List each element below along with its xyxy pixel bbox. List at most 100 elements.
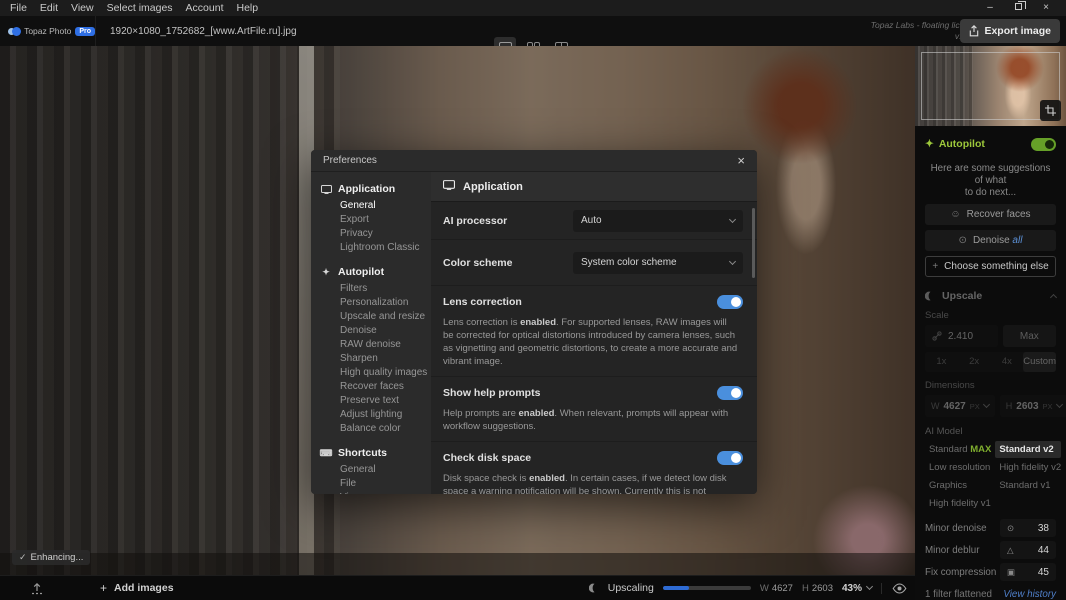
sidebar-item-recover-faces[interactable]: Recover faces [311, 379, 431, 393]
show-help-prompts-label: Show help prompts [443, 387, 540, 399]
model-standard-v1[interactable]: Standard v1 [995, 477, 1061, 494]
collapse-chevron-icon[interactable] [1050, 294, 1057, 301]
preset-1x[interactable]: 1x [925, 352, 958, 372]
menu-view[interactable]: View [71, 2, 94, 14]
application-icon [320, 185, 332, 194]
menu-bar: File Edit View Select images Account Hel… [0, 0, 1066, 16]
status-badge: ✓ Enhancing... [12, 550, 90, 565]
model-standard-v2[interactable]: Standard v2 [995, 441, 1061, 458]
plus-icon: + [932, 261, 938, 272]
toolbar: Topaz Photo Pro 1920×1080_1752682_[www.A… [0, 16, 1066, 46]
dimensions-label: Dimensions [925, 380, 1056, 391]
max-scale-button[interactable]: Max [1003, 325, 1056, 347]
choose-something-else-button[interactable]: + Choose something else [925, 256, 1056, 277]
history-row: 1 filter flattened View history [915, 589, 1066, 600]
sidebar-item-privacy[interactable]: Privacy [311, 226, 431, 240]
sidebar-item-shortcuts-file[interactable]: File [311, 476, 431, 490]
link-icon [932, 331, 942, 341]
eye-icon [892, 583, 907, 594]
scale-presets: 1x 2x 4x Custom [925, 352, 1056, 372]
sidebar-item-high-quality-images[interactable]: High quality images [311, 365, 431, 379]
view-history-link[interactable]: View history [1003, 589, 1056, 600]
sidebar-item-lightroom-classic[interactable]: Lightroom Classic [311, 240, 431, 254]
sidebar-item-raw-denoise[interactable]: RAW denoise [311, 337, 431, 351]
app-name: Topaz Photo [24, 26, 71, 36]
upload-icon[interactable] [30, 581, 44, 595]
menu-account[interactable]: Account [186, 2, 224, 14]
sidebar-item-upscale-and-resize[interactable]: Upscale and resize [311, 309, 431, 323]
bottom-bar: + Add images Upscaling W 4627 H 2603 43% [0, 575, 915, 600]
chevron-down-icon [1055, 401, 1062, 408]
menu-file[interactable]: File [10, 2, 27, 14]
sidebar-section-application: Application [311, 180, 431, 198]
zoom-level-dropdown[interactable]: 43% [842, 583, 872, 594]
check-disk-space-description: Disk space check is enabled. In certain … [443, 472, 743, 494]
width-input[interactable]: W 4627 PX [925, 395, 995, 417]
export-image-button[interactable]: Export image [960, 19, 1060, 43]
menu-help[interactable]: Help [237, 2, 259, 14]
content-header-label: Application [463, 181, 523, 193]
dialog-scrollbar[interactable] [752, 208, 755, 278]
ai-processor-row: AI processor Auto [431, 202, 757, 240]
close-window-button[interactable]: × [1032, 0, 1060, 16]
sidebar-item-denoise[interactable]: Denoise [311, 323, 431, 337]
sidebar-item-filters[interactable]: Filters [311, 281, 431, 295]
color-scheme-select[interactable]: System color scheme [573, 252, 743, 274]
height-input[interactable]: H 2603 PX [1000, 395, 1066, 417]
lens-correction-toggle[interactable] [717, 295, 743, 309]
sidebar-item-shortcuts-view[interactable]: View [311, 490, 431, 494]
model-standard-max[interactable]: Standard MAX [925, 441, 991, 458]
check-disk-space-toggle[interactable] [717, 451, 743, 465]
color-scheme-label: Color scheme [443, 257, 512, 269]
sidebar-item-shortcuts-general[interactable]: General [311, 462, 431, 476]
model-low-resolution[interactable]: Low resolution [925, 459, 991, 476]
model-high-fidelity-v1[interactable]: High fidelity v1 [925, 495, 991, 512]
navigation-thumbnail[interactable] [915, 46, 1066, 126]
scale-input[interactable]: 2.410 [925, 325, 998, 347]
compression-icon: ▣ [1007, 567, 1015, 578]
suggestions-heading: Here are some suggestions of what to do … [915, 163, 1066, 199]
add-images-button[interactable]: + Add images [100, 581, 174, 595]
autopilot-toggle[interactable] [1031, 138, 1056, 151]
model-graphics[interactable]: Graphics [925, 477, 991, 494]
recover-faces-button[interactable]: ☺ Recover faces [925, 204, 1056, 225]
preferences-sidebar: Application General Export Privacy Light… [311, 172, 431, 494]
denoise-button[interactable]: ⊙ Denoise all [925, 230, 1056, 251]
menu-select-images[interactable]: Select images [107, 2, 173, 14]
progress-fill [663, 586, 689, 590]
lens-correction-description: Lens correction is enabled. For supporte… [443, 316, 743, 368]
restore-button[interactable] [1004, 0, 1032, 16]
sidebar-item-balance-color[interactable]: Balance color [311, 421, 431, 435]
preferences-content: Application AI processor Auto Color sche… [431, 172, 757, 494]
sidebar-item-export[interactable]: Export [311, 212, 431, 226]
lens-correction-row: Lens correction Lens correction is enabl… [431, 286, 757, 377]
sidebar-item-general[interactable]: General [311, 198, 431, 212]
fix-compression-value[interactable]: ▣ 45 [1000, 563, 1056, 581]
upscale-icon [925, 291, 935, 301]
preset-custom[interactable]: Custom [1023, 352, 1056, 372]
sidebar-item-sharpen[interactable]: Sharpen [311, 351, 431, 365]
ai-model-label: AI Model [925, 426, 1056, 437]
chevron-down-icon [729, 257, 736, 264]
crop-button[interactable] [1040, 100, 1061, 121]
model-high-fidelity-v2[interactable]: High fidelity v2 [995, 459, 1061, 476]
sidebar-section-autopilot: ✦ Autopilot [311, 263, 431, 281]
autopilot-icon: ✦ [320, 267, 332, 278]
sidebar-item-personalization[interactable]: Personalization [311, 295, 431, 309]
minimize-button[interactable]: – [976, 0, 1004, 16]
open-file-tab[interactable]: 1920×1080_1752682_[www.ArtFile.ru].jpg [110, 16, 297, 46]
minor-deblur-value[interactable]: △ 44 [1000, 541, 1056, 559]
menu-edit[interactable]: Edit [40, 2, 58, 14]
sidebar-item-adjust-lighting[interactable]: Adjust lighting [311, 407, 431, 421]
preview-original-button[interactable] [881, 583, 907, 594]
minor-denoise-value[interactable]: ⊙ 38 [1000, 519, 1056, 537]
show-help-prompts-toggle[interactable] [717, 386, 743, 400]
sidebar-section-shortcuts: ⌨ Shortcuts [311, 444, 431, 462]
preset-4x[interactable]: 4x [991, 352, 1024, 372]
sidebar-item-preserve-text[interactable]: Preserve text [311, 393, 431, 407]
export-label: Export image [984, 25, 1051, 37]
ai-processor-label: AI processor [443, 215, 507, 227]
preset-2x[interactable]: 2x [958, 352, 991, 372]
ai-processor-select[interactable]: Auto [573, 210, 743, 232]
dialog-close-button[interactable]: × [737, 154, 745, 167]
